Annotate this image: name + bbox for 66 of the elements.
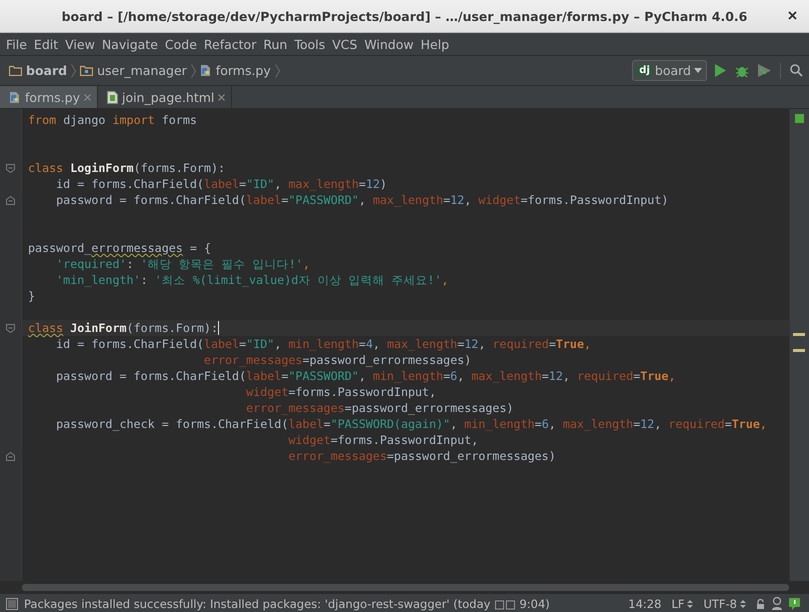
fold-icon[interactable] (6, 164, 15, 172)
panel-icon[interactable] (6, 598, 18, 610)
event-log-icon[interactable] (789, 598, 803, 610)
window-title: board – [/home/storage/dev/PycharmProjects/board] – …/user_manager/forms.py – PyCharm 4.0.6 (62, 8, 748, 24)
menu-item[interactable]: File (4, 36, 32, 52)
fold-end-icon[interactable] (6, 452, 15, 460)
menu-item[interactable]: Window (362, 36, 419, 52)
code-line: widget=forms.PasswordInput, (245, 384, 436, 400)
scrollbar-thumb[interactable] (22, 584, 789, 590)
python-file-icon (200, 64, 212, 77)
code-line: widget=forms.PasswordInput, (287, 432, 478, 448)
coverage-icon[interactable] (758, 64, 771, 77)
inspector-icon[interactable] (771, 597, 783, 610)
caret-position[interactable]: 14:28 (628, 596, 662, 610)
spinner-icon[interactable] (687, 598, 694, 608)
chevron-icon (190, 64, 196, 78)
menu-item[interactable]: Run (261, 36, 292, 52)
text-cursor (218, 321, 220, 335)
code-line: password_check = forms.CharField(label="PASSWORD(again)", min_length=6, max_length=12, required=True, (55, 416, 767, 432)
line-separator[interactable]: LF (671, 596, 684, 610)
code-line: error_messages=password_errormessages) (245, 400, 514, 416)
status-ok-icon (795, 114, 804, 123)
warning-marker-icon[interactable] (793, 349, 805, 352)
fold-icon[interactable] (6, 324, 15, 332)
spinner-icon[interactable] (740, 598, 746, 608)
chevron-icon (71, 64, 76, 78)
file-encoding[interactable]: UTF-8 (703, 596, 737, 610)
breadcrumb-item[interactable]: forms.py (216, 63, 271, 78)
code-line: password = forms.CharField(label="PASSWORD", max_length=12, widget=forms.PasswordInput) (55, 192, 668, 208)
fold-end-icon[interactable] (6, 196, 15, 204)
code-line: password_errormessages = { (28, 240, 211, 256)
menu-item[interactable]: VCS (330, 36, 362, 52)
code-line: class JoinForm(forms.Form): (28, 320, 218, 336)
menu-item[interactable]: View (63, 36, 100, 52)
menu-item[interactable]: Navigate (100, 36, 163, 52)
dropdown-caret-icon[interactable] (694, 68, 702, 73)
code-line: 'required': '해당 항목은 필수 입니다!', (55, 256, 310, 272)
run-icon[interactable] (715, 64, 726, 77)
menu-item[interactable]: Edit (32, 36, 64, 52)
python-file-icon (9, 90, 21, 104)
code-line: id = forms.CharField(label="ID", max_length=12) (55, 176, 387, 192)
lock-icon[interactable] (756, 598, 765, 608)
breadcrumb-item[interactable]: board (26, 63, 68, 78)
menu-item[interactable]: Code (162, 36, 202, 52)
code-line: from django import forms (28, 112, 197, 128)
code-line: class LoginForm(forms.Form): (28, 160, 226, 176)
chevron-icon (274, 64, 280, 78)
search-icon[interactable] (790, 64, 803, 77)
code-line: } (28, 288, 36, 304)
editor-tab[interactable]: forms.py (0, 86, 98, 108)
code-line: password = forms.CharField(label="PASSWORD", min_length=6, max_length=12, required=True, (55, 368, 676, 384)
folder-icon (9, 65, 22, 76)
html-file-icon (106, 90, 118, 104)
breadcrumb-item[interactable]: user_manager (97, 63, 187, 78)
menu-item[interactable]: Refactor (202, 36, 262, 52)
warning-marker-icon[interactable] (793, 333, 805, 336)
menu-item[interactable]: Tools (292, 36, 330, 52)
code-line: error_messages=password_errormessages) (287, 448, 556, 464)
code-line: id = forms.CharField(label="ID", min_length=4, max_length=12, required=True, (55, 336, 592, 352)
run-config-dropdown[interactable]: dj board (632, 60, 707, 81)
close-icon[interactable] (788, 11, 797, 20)
package-folder-icon (80, 65, 94, 76)
code-line: error_messages=password_errormessages) (202, 352, 472, 368)
code-line: 'min_length': '최소 %(limit_value)d자 이상 입력해 주세요!', (55, 272, 449, 288)
menu-item[interactable]: Help (418, 36, 454, 52)
status-message: Packages installed successfully: Installed packages: 'django-rest-swagger' (today □□ 9:04) (24, 596, 551, 610)
